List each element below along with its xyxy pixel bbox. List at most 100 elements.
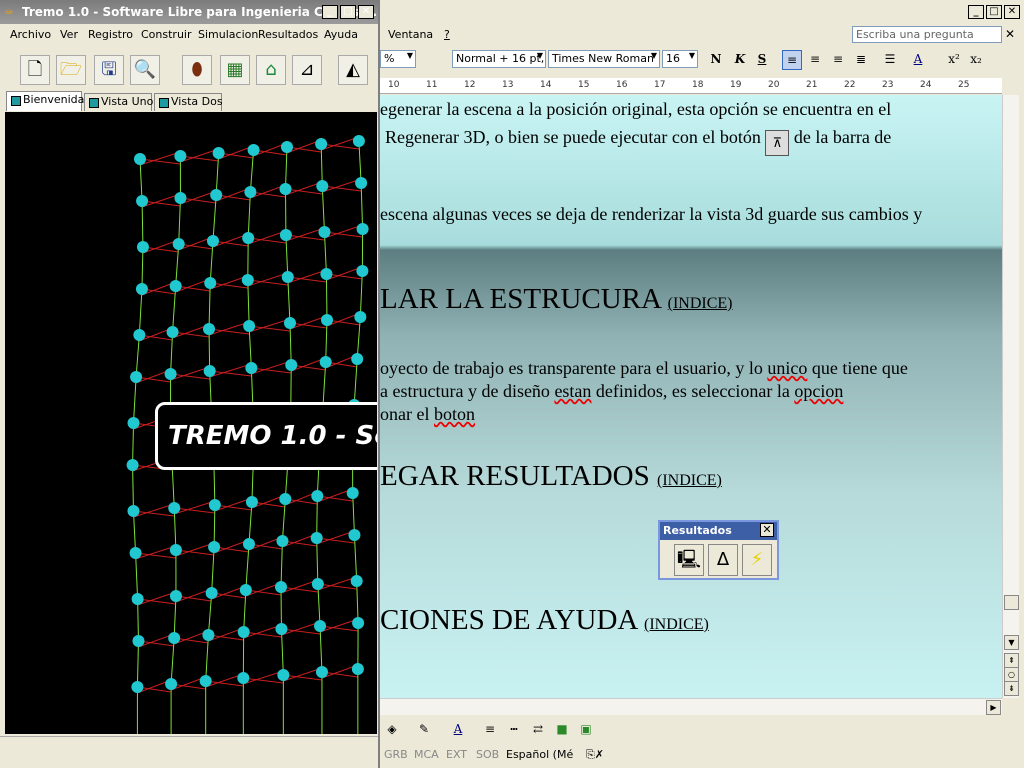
menu-construir[interactable]: Construir	[139, 28, 194, 41]
arrow-style-icon[interactable]: ⇄	[528, 720, 548, 740]
column	[178, 197, 181, 245]
column	[285, 146, 288, 190]
scroll-right-button[interactable]: ▶	[986, 700, 1001, 715]
3d-viewport[interactable]: TREMO 1.0 - So	[5, 112, 377, 734]
lightning-icon[interactable]: ⚡	[742, 544, 772, 576]
vertical-scrollbar[interactable]: ▼ ⇞ ○ ⇟	[1002, 95, 1019, 698]
column	[356, 580, 359, 624]
dash-style-icon[interactable]: ┅	[504, 720, 524, 740]
scroll-thumb[interactable]	[1004, 595, 1019, 610]
horizontal-ruler[interactable]: 10 11 12 13 14 15 16 17 18 19 20 21 22 23 24 25	[380, 78, 1002, 94]
font-dropdown[interactable]: Times New Roman ▼	[548, 50, 660, 68]
column	[138, 288, 143, 336]
menu-help[interactable]: ?	[442, 28, 452, 41]
align-right-button[interactable]: ≡	[828, 50, 848, 70]
maximize-button[interactable]: □	[340, 5, 356, 19]
misspelled-word[interactable]: unico	[767, 358, 807, 378]
node	[281, 271, 294, 283]
doc-text: definidos, es seleccionar la	[595, 381, 790, 401]
zoom-dropdown[interactable]: % ▼	[380, 50, 416, 68]
node	[320, 268, 333, 280]
indice-link[interactable]: (INDICE)	[644, 616, 709, 633]
spelling-status-icon[interactable]: ⎘✗	[586, 748, 604, 762]
new-file-icon[interactable]: 🗋	[20, 55, 50, 85]
maximize-button[interactable]: □	[986, 5, 1002, 19]
column	[141, 200, 144, 248]
align-center-button[interactable]: ≡	[805, 50, 825, 70]
menu-ver[interactable]: Ver	[58, 28, 80, 41]
document-page[interactable]: egenerar la escena a la posición origina…	[380, 95, 1002, 698]
menu-simulacion[interactable]: Simulacion	[196, 28, 260, 41]
horizontal-scrollbar[interactable]: ▶	[380, 698, 1002, 715]
font-size-dropdown[interactable]: 16 ▼	[662, 50, 698, 68]
scroll-down-button[interactable]: ▼	[1004, 635, 1019, 650]
column	[132, 510, 137, 554]
bold-button[interactable]: N	[706, 50, 726, 70]
home-icon[interactable]: ⌂	[256, 55, 286, 85]
font-color-button[interactable]: A	[908, 50, 928, 70]
menu-ayuda[interactable]: Ayuda	[322, 28, 360, 41]
superscript-button[interactable]: x²	[944, 50, 964, 70]
open-folder-icon[interactable]: 🗁	[56, 55, 86, 85]
word-statusbar: GRB MCA EXT SOB Español (Mé ⎘✗	[380, 745, 1024, 765]
subscript-button[interactable]: x₂	[966, 50, 986, 70]
browse-object-button[interactable]: ○	[1004, 667, 1019, 682]
node	[315, 138, 328, 150]
save-icon[interactable]: 🖫	[94, 55, 124, 85]
menu-resultados[interactable]: Resultados	[256, 28, 320, 41]
italic-button[interactable]: K	[730, 50, 750, 70]
misspelled-word[interactable]: opcion	[794, 381, 843, 401]
tremo-titlebar[interactable]: ☕ Tremo 1.0 - Software Libre para Ingeni…	[0, 0, 378, 24]
menu-ventana[interactable]: Ventana	[386, 28, 435, 41]
line-style-icon[interactable]: ≡	[480, 720, 500, 740]
minimize-button[interactable]: _	[322, 5, 338, 19]
shadow-icon[interactable]: ■	[552, 720, 572, 740]
indice-link[interactable]: (INDICE)	[657, 472, 722, 489]
menu-archivo[interactable]: Archivo	[8, 28, 53, 41]
node	[311, 578, 324, 590]
bean-icon[interactable]: ⬮	[182, 55, 212, 85]
tab-vista-dos[interactable]: Vista Dos	[154, 93, 223, 111]
model-3d-icon[interactable]: ◭	[338, 55, 368, 85]
underline-button[interactable]: S	[752, 50, 772, 70]
ask-question-input[interactable]: Escriba una pregunta	[852, 26, 1002, 43]
close-button[interactable]: ✕	[1004, 5, 1020, 19]
minimize-button[interactable]: _	[968, 5, 984, 19]
close-icon[interactable]: ✕	[1005, 27, 1015, 41]
node	[318, 226, 331, 238]
ruler-tick: 16	[616, 80, 628, 90]
word-window-controls: _ □ ✕	[968, 5, 1020, 19]
3d-style-icon[interactable]: ▣	[576, 720, 596, 740]
line-color-icon[interactable]: ✎	[414, 720, 434, 740]
menu-registro[interactable]: Registro	[86, 28, 135, 41]
node	[202, 629, 215, 641]
style-dropdown[interactable]: Normal + 16 pt, ▼	[452, 50, 546, 68]
preview-icon[interactable]: 🔍	[130, 55, 160, 85]
align-left-button[interactable]: ≡	[782, 50, 802, 70]
close-button[interactable]: ✕	[358, 5, 374, 19]
node	[275, 581, 288, 593]
fill-color-icon[interactable]: ◈	[382, 720, 402, 740]
font-color-icon[interactable]: A	[448, 720, 468, 740]
indice-link[interactable]: (INDICE)	[668, 295, 733, 312]
structure-icon[interactable]: ⊿	[292, 55, 322, 85]
previous-page-button[interactable]: ⇞	[1004, 653, 1019, 668]
node	[280, 141, 293, 153]
next-page-button[interactable]: ⇟	[1004, 681, 1019, 696]
resultados-toolbar[interactable]: Resultados ✕ 🖳 Δ ⚡	[658, 520, 779, 580]
computer-icon[interactable]: 🖳	[674, 544, 704, 576]
tab-bienvenida[interactable]: Bienvenida	[6, 91, 84, 111]
status-mca: MCA	[414, 748, 439, 761]
ruler-tick: 25	[958, 80, 970, 90]
building-icon[interactable]: ▦	[220, 55, 250, 85]
node	[129, 547, 142, 559]
bullets-button[interactable]: ☰	[880, 50, 900, 70]
delta-icon[interactable]: Δ	[708, 544, 738, 576]
tab-vista-uno[interactable]: Vista Uno	[84, 93, 153, 111]
node	[165, 678, 178, 690]
resultados-titlebar[interactable]: Resultados ✕	[660, 522, 777, 540]
misspelled-word[interactable]: estan	[554, 381, 591, 401]
misspelled-word[interactable]: boton	[434, 404, 475, 424]
close-icon[interactable]: ✕	[760, 523, 774, 537]
justify-button[interactable]: ≣	[851, 50, 871, 70]
